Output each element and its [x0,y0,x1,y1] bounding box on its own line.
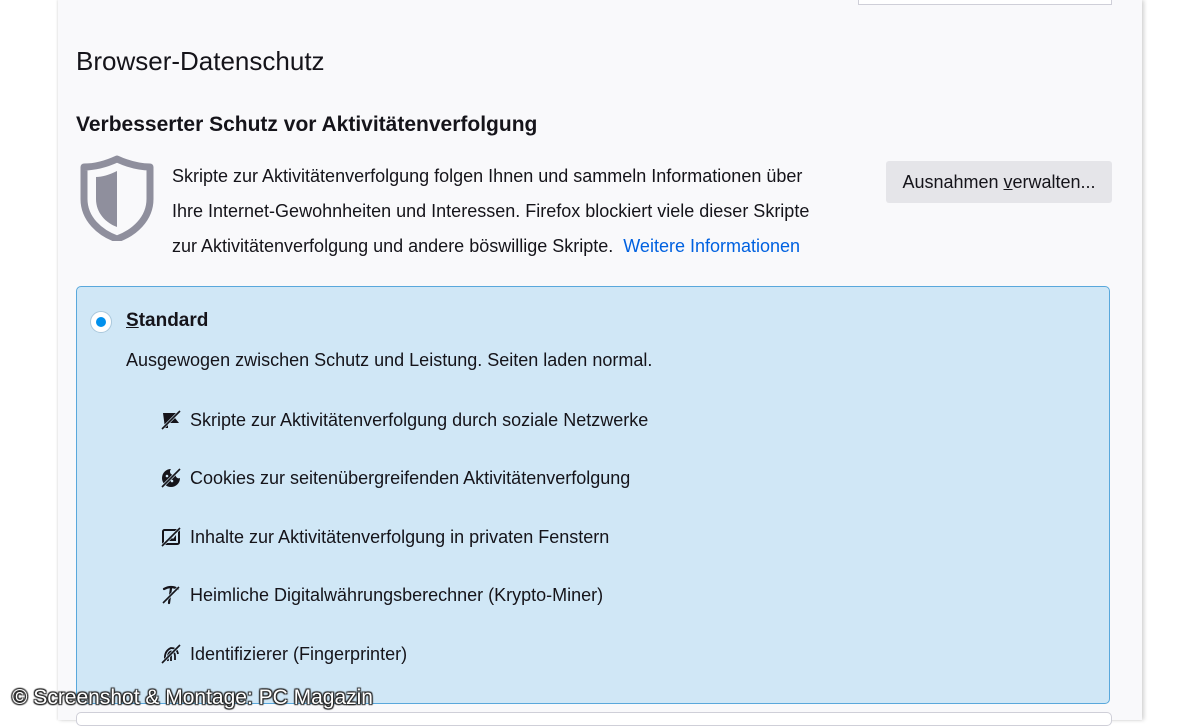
description-line: Ihre Internet-Gewohnheiten und Interesse… [172,201,810,221]
standard-option-description: Ausgewogen zwischen Schutz und Leistung.… [126,350,653,370]
shield-icon [80,155,154,241]
search-field-edge[interactable] [858,0,1112,5]
blocked-item-social-trackers: Skripte zur Aktivitätenverfolgung durch … [160,408,648,432]
description-line: zur Aktivitätenverfolgung und andere bös… [172,229,872,264]
blocked-item-fingerprinters: Identifizierer (Fingerprinter) [160,642,407,666]
social-tracker-icon [160,409,182,431]
blocked-item-label: Cookies zur seitenübergreifenden Aktivit… [190,467,631,488]
section-title: Browser-Datenschutz [76,46,325,76]
blocked-item-label: Inhalte zur Aktivitätenverfolgung in pri… [190,526,610,547]
button-label-prefix: Ausnahmen [902,171,1004,192]
button-label-accesskey: v [1003,171,1013,192]
tracking-description: Skripte zur Aktivitätenverfolgung folgen… [172,159,872,264]
blocked-item-label: Heimliche Digitalwährungsberechner (Kryp… [190,584,604,605]
copyright-watermark: © Screenshot & Montage: PC Magazin [12,686,373,709]
blocked-item-tracking-content: Inhalte zur Aktivitätenverfolgung in pri… [160,525,609,549]
standard-radio[interactable] [90,311,112,333]
tracking-protection-heading: Verbesserter Schutz vor Aktivitätenverfo… [76,113,538,136]
standard-option-label[interactable]: Standard [126,310,208,332]
strict-option-card[interactable] [76,712,1112,726]
blocked-item-label: Skripte zur Aktivitätenverfolgung durch … [190,409,649,430]
button-label-suffix: erwalten... [1012,171,1096,192]
cryptominer-icon [161,585,181,605]
blocked-item-label: Identifizierer (Fingerprinter) [190,643,408,664]
blocked-item-cookies: Cookies zur seitenübergreifenden Aktivit… [160,466,630,490]
cookie-blocked-icon [160,467,182,489]
learn-more-link[interactable]: Weitere Informationen [623,236,800,256]
label-accesskey: S [126,310,139,331]
manage-exceptions-button[interactable]: Ausnahmen verwalten... [886,161,1112,203]
tracking-content-icon [160,526,182,548]
description-line: Skripte zur Aktivitätenverfolgung folgen… [172,166,803,186]
fingerprinter-icon [160,643,182,665]
label-rest: tandard [138,310,209,331]
blocked-item-cryptominers: Heimliche Digitalwährungsberechner (Kryp… [160,583,603,607]
description-line-text: zur Aktivitätenverfolgung und andere bös… [172,236,614,256]
